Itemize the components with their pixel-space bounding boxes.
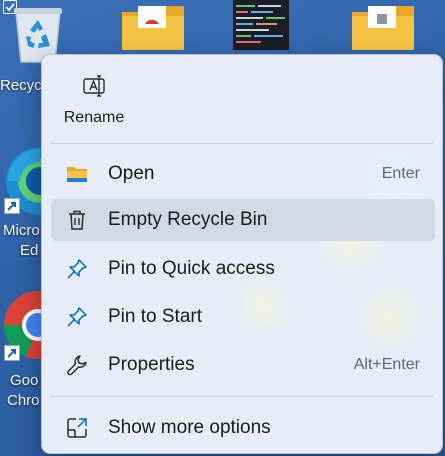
menu-item-label: Pin to Quick access	[108, 258, 275, 279]
rename-button[interactable]: Rename	[54, 65, 134, 133]
expand-icon	[67, 418, 87, 438]
menu-item-label: Pin to Start	[108, 306, 202, 327]
desktop-label-edge-line2: Ed	[20, 242, 39, 259]
menu-divider	[51, 143, 433, 144]
menu-item-pin-to-quick-access[interactable]: Pin to Quick access	[51, 248, 435, 290]
trash-icon	[69, 210, 85, 230]
menu-item-label: Empty Recycle Bin	[108, 209, 268, 230]
rename-label: Rename	[63, 109, 125, 126]
menu-divider	[51, 396, 433, 397]
menu-item-accelerator: Alt+Enter	[353, 356, 420, 373]
menu-item-empty-recycle-bin[interactable]: Empty Recycle Bin	[51, 199, 435, 241]
pin-icon	[67, 259, 87, 279]
menu-item-show-more-options[interactable]: Show more options	[51, 407, 435, 449]
menu-item-label: Show more options	[108, 417, 271, 438]
desktop-item-edge[interactable]: Micro Ed	[0, 140, 46, 270]
desktop-label-chrome: Goo	[10, 372, 39, 389]
rename-icon	[83, 75, 105, 97]
desktop-label-chrome-line2: Chro	[7, 392, 40, 409]
menu-item-properties[interactable]: Properties Alt+Enter	[51, 344, 435, 386]
menu-item-open[interactable]: Open Enter	[51, 153, 435, 195]
code-file-thumbnail-icon[interactable]	[233, 0, 289, 50]
folder-icon	[67, 167, 87, 182]
shortcut-arrow-icon	[4, 198, 20, 214]
desktop-label-edge: Micro	[3, 222, 40, 239]
wrench-icon	[67, 355, 87, 376]
context-menu: Rename Open Enter Empty Recycle Bin Pin …	[41, 54, 443, 454]
menu-item-label: Open	[108, 163, 155, 184]
pin-icon	[67, 307, 87, 327]
menu-item-label: Properties	[108, 354, 195, 375]
folder-icon[interactable]	[120, 2, 186, 52]
shortcut-arrow-icon	[4, 345, 20, 361]
desktop-item-chrome[interactable]: Goo Chro	[0, 285, 46, 425]
menu-item-pin-to-start[interactable]: Pin to Start	[51, 296, 435, 338]
menu-item-accelerator: Enter	[381, 165, 420, 182]
folder-icon[interactable]	[350, 2, 416, 52]
